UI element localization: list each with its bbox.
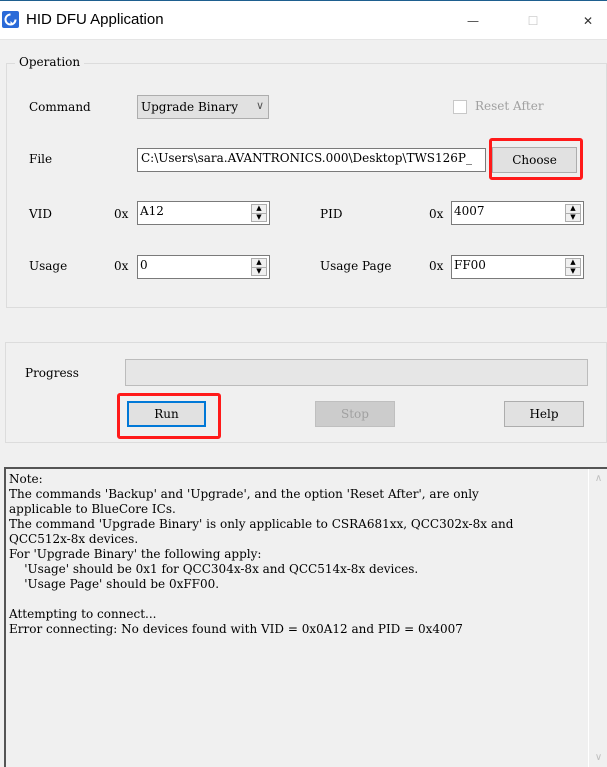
spin-down-icon[interactable]: ▼ [566,212,580,222]
file-label: File [29,152,53,166]
progress-group [5,342,607,443]
pid-spinbox[interactable]: 4007 ▲ ▼ [451,201,584,225]
log-output[interactable]: Note: The commands 'Backup' and 'Upgrade'… [4,467,607,767]
stop-button[interactable]: Stop [315,401,395,427]
vid-value: A12 [140,204,164,218]
pid-label: PID [320,207,343,221]
reset-after-label: Reset After [475,99,544,113]
pid-prefix: 0x [429,207,444,221]
usage-page-spin-arrows[interactable]: ▲ ▼ [565,258,581,276]
command-label: Command [29,100,91,114]
vid-prefix: 0x [114,207,129,221]
progress-label: Progress [25,366,79,380]
log-line: 'Usage' should be 0x1 for QCC304x-8x and… [9,562,419,576]
log-line: 'Usage Page' should be 0xFF00. [9,577,220,591]
usage-page-value: FF00 [454,258,486,272]
usage-page-label: Usage Page [320,259,392,273]
refresh-circle-icon [2,11,19,28]
spin-up-icon[interactable]: ▲ [566,205,580,213]
spin-up-icon[interactable]: ▲ [566,259,580,267]
minimize-icon: — [467,14,479,28]
spin-down-icon[interactable]: ▼ [566,266,580,276]
spin-up-icon[interactable]: ▲ [252,205,266,213]
command-dropdown[interactable]: Upgrade Binary ∨ [137,95,269,119]
maximize-button[interactable]: ☐ [510,5,556,37]
spin-down-icon[interactable]: ▼ [252,212,266,222]
pid-spin-arrows[interactable]: ▲ ▼ [565,204,581,222]
choose-label: Choose [512,153,557,167]
log-line: Error connecting: No devices found with … [9,622,463,636]
progress-bar [125,359,588,386]
usage-prefix: 0x [114,259,129,273]
scroll-down-icon[interactable]: ∨ [592,752,605,763]
scroll-up-icon[interactable]: ∧ [592,473,605,484]
log-line: QCC512x-8x devices. [9,532,139,546]
run-button[interactable]: Run [127,401,206,427]
usage-page-spinbox[interactable]: FF00 ▲ ▼ [451,255,584,279]
log-line: The command 'Upgrade Binary' is only app… [9,517,514,531]
chevron-down-icon: ∨ [255,99,264,112]
maximize-icon: ☐ [527,14,539,28]
close-icon: ✕ [582,14,594,28]
reset-after-checkbox[interactable] [453,100,467,114]
command-value: Upgrade Binary [141,100,239,114]
log-text: Note: The commands 'Backup' and 'Upgrade'… [9,472,583,637]
spin-down-icon[interactable]: ▼ [252,266,266,276]
operation-legend: Operation [15,55,85,69]
usage-value: 0 [140,258,148,272]
close-button[interactable]: ✕ [565,5,607,37]
log-line: applicable to BlueCore ICs. [9,502,176,516]
usage-label: Usage [29,259,68,273]
stop-label: Stop [341,407,369,421]
log-scrollbar[interactable]: ∧ ∨ [588,469,607,767]
vid-label: VID [29,207,53,221]
choose-button[interactable]: Choose [492,147,577,173]
vid-spinbox[interactable]: A12 ▲ ▼ [137,201,270,225]
minimize-button[interactable]: — [450,5,496,37]
vid-spin-arrows[interactable]: ▲ ▼ [251,204,267,222]
usage-spinbox[interactable]: 0 ▲ ▼ [137,255,270,279]
help-label: Help [529,407,559,421]
pid-value: 4007 [454,204,485,218]
spin-up-icon[interactable]: ▲ [252,259,266,267]
log-line: Note: [9,472,43,486]
file-path-input[interactable]: C:\Users\sara.AVANTRONICS.000\Desktop\TW… [137,148,486,172]
log-line: The commands 'Backup' and 'Upgrade', and… [9,487,479,501]
usage-spin-arrows[interactable]: ▲ ▼ [251,258,267,276]
window-title: HID DFU Application [26,11,164,28]
title-bar: HID DFU Application — ☐ ✕ [0,0,607,40]
help-button[interactable]: Help [504,401,584,427]
log-line: Attempting to connect... [9,607,157,621]
run-label: Run [154,407,179,421]
log-line: For 'Upgrade Binary' the following apply… [9,547,262,561]
usage-page-prefix: 0x [429,259,444,273]
